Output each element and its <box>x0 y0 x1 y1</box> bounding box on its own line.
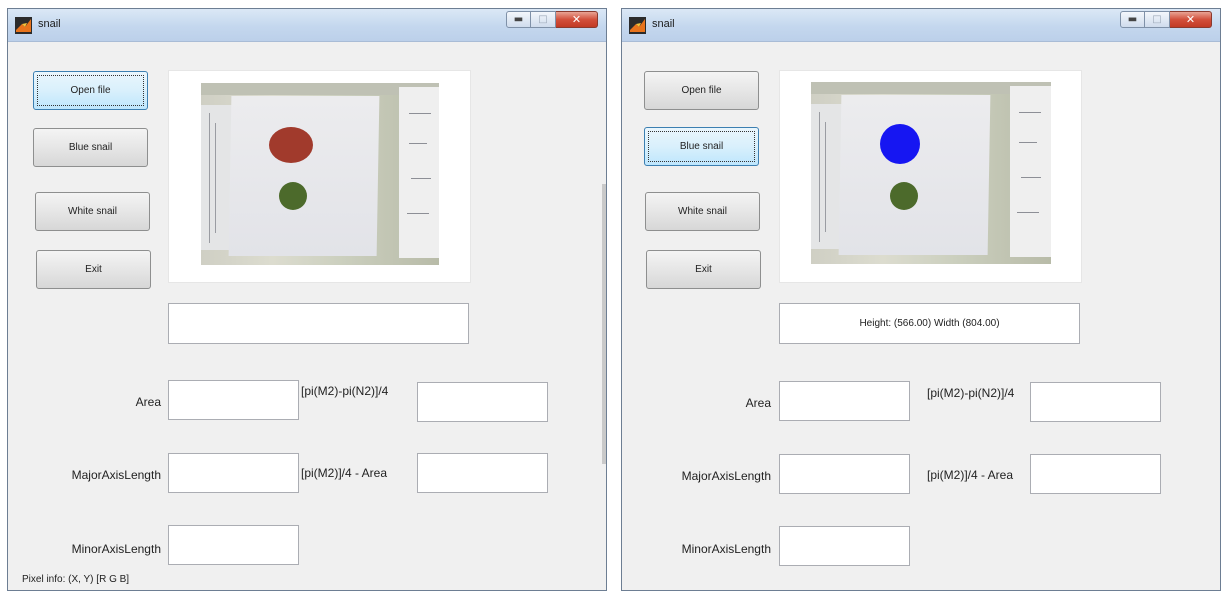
top-snail-marker <box>880 124 920 164</box>
open-file-label: Open file <box>681 85 722 96</box>
formula1-field[interactable] <box>1030 382 1161 422</box>
open-file-button[interactable]: Open file <box>33 71 148 110</box>
image-info-box: Height: (566.00) Width (804.00) <box>779 303 1080 344</box>
area-field[interactable] <box>168 380 299 420</box>
snail-photo <box>811 82 1051 264</box>
white-snail-label: White snail <box>68 206 117 217</box>
minimize-icon: ▬ <box>513 14 524 25</box>
white-snail-button[interactable]: White snail <box>645 192 760 231</box>
white-snail-label: White snail <box>678 206 727 217</box>
formula2-label: [pi(M2)]/4 - Area <box>301 466 388 480</box>
exit-button[interactable]: Exit <box>646 250 761 289</box>
window-title: snail <box>652 18 675 30</box>
matlab-figure-window-right: snail ▬ □ ✕ Open file Blue snail White s… <box>621 8 1221 591</box>
maximize-icon: □ <box>538 14 548 25</box>
maximize-icon: □ <box>1152 14 1162 25</box>
image-axes[interactable] <box>168 70 471 283</box>
major-axis-label: MajorAxisLength <box>71 468 161 482</box>
major-axis-field[interactable] <box>168 453 299 493</box>
snail-photo <box>201 83 439 265</box>
major-axis-label: MajorAxisLength <box>681 469 771 483</box>
window-title: snail <box>38 18 61 30</box>
photo-scribble <box>825 122 826 232</box>
window-controls: ▬ □ ✕ <box>506 11 598 29</box>
bottom-snail-marker <box>279 182 307 210</box>
photo-paper-main <box>838 94 990 255</box>
blue-snail-label: Blue snail <box>68 142 113 153</box>
close-button[interactable]: ✕ <box>556 11 598 28</box>
major-axis-field[interactable] <box>779 454 910 494</box>
minimize-button[interactable]: ▬ <box>1120 11 1145 28</box>
photo-scribble <box>1017 212 1039 213</box>
formula1-label: [pi(M2)-pi(N2)]/4 <box>927 386 1015 400</box>
image-info-text: Height: (566.00) Width (804.00) <box>859 318 1000 329</box>
minor-axis-label: MinorAxisLength <box>71 542 161 556</box>
exit-label: Exit <box>85 264 102 275</box>
minor-axis-label: MinorAxisLength <box>681 542 771 556</box>
minimize-button[interactable]: ▬ <box>506 11 531 28</box>
top-snail-marker <box>269 127 313 163</box>
minor-axis-field[interactable] <box>779 526 910 566</box>
image-axes[interactable] <box>779 70 1082 283</box>
formula1-field[interactable] <box>417 382 548 422</box>
area-field[interactable] <box>779 381 910 421</box>
formula2-field[interactable] <box>417 453 548 493</box>
image-info-box <box>168 303 469 344</box>
matlab-figure-window-left: snail ▬ □ ✕ Open file Blue snail White s… <box>7 8 607 591</box>
photo-scribble <box>215 123 216 233</box>
white-snail-button[interactable]: White snail <box>35 192 150 231</box>
formula2-label: [pi(M2)]/4 - Area <box>927 468 1014 482</box>
matlab-icon <box>629 17 646 34</box>
area-label: Area <box>135 395 161 409</box>
photo-scribble <box>409 143 427 144</box>
maximize-button[interactable]: □ <box>531 11 556 28</box>
open-file-button[interactable]: Open file <box>644 71 759 110</box>
matlab-icon <box>15 17 32 34</box>
photo-paper-main <box>228 95 379 256</box>
maximize-button[interactable]: □ <box>1145 11 1170 28</box>
photo-scribble <box>409 113 431 114</box>
title-bar[interactable]: snail ▬ □ ✕ <box>622 9 1220 42</box>
close-icon: ✕ <box>571 13 582 26</box>
photo-scribble <box>1021 177 1041 178</box>
photo-scribble <box>411 178 431 179</box>
formula1-label: [pi(M2)-pi(N2)]/4 <box>301 384 389 398</box>
photo-scribble <box>209 113 210 243</box>
photo-scribble <box>1019 112 1041 113</box>
area-label: Area <box>745 396 771 410</box>
window-edge <box>602 184 606 464</box>
minor-axis-field[interactable] <box>168 525 299 565</box>
exit-label: Exit <box>695 264 712 275</box>
close-button[interactable]: ✕ <box>1170 11 1212 28</box>
formula2-field[interactable] <box>1030 454 1161 494</box>
blue-snail-label: Blue snail <box>679 141 724 152</box>
exit-button[interactable]: Exit <box>36 250 151 289</box>
close-icon: ✕ <box>1185 13 1196 26</box>
photo-scribble <box>819 112 820 242</box>
photo-scribble <box>407 213 429 214</box>
blue-snail-button[interactable]: Blue snail <box>644 127 759 166</box>
open-file-label: Open file <box>70 85 111 96</box>
pixel-info: Pixel info: (X, Y) [R G B] <box>22 574 130 585</box>
photo-scribble <box>1019 142 1037 143</box>
window-controls: ▬ □ ✕ <box>1120 11 1212 29</box>
bottom-snail-marker <box>890 182 918 210</box>
blue-snail-button[interactable]: Blue snail <box>33 128 148 167</box>
title-bar[interactable]: snail ▬ □ ✕ <box>8 9 606 42</box>
minimize-icon: ▬ <box>1127 14 1138 25</box>
